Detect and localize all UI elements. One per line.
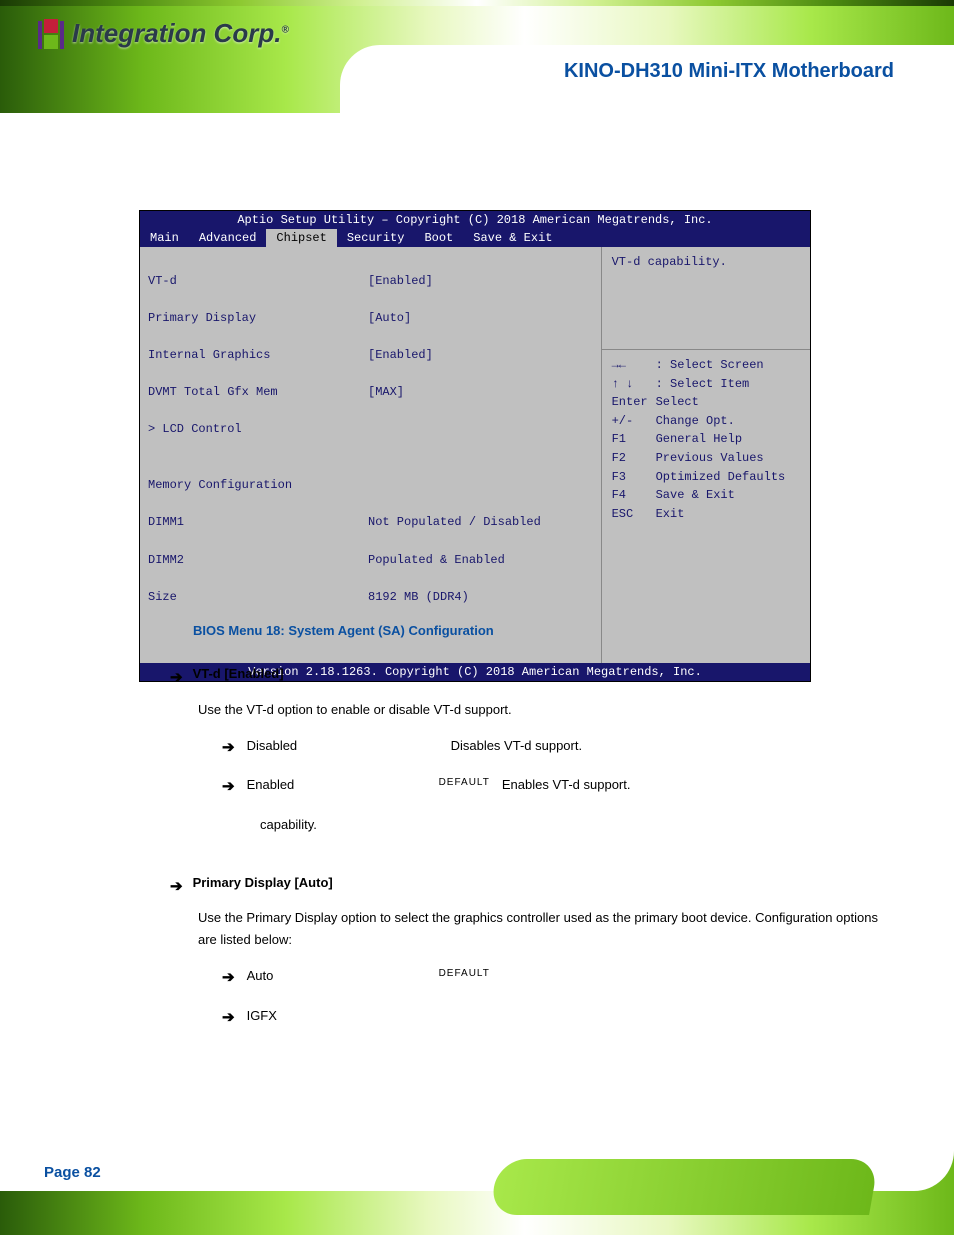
bullet-arrow-icon: ➔ (222, 735, 235, 761)
choice-disabled-text: Disables VT-d support. (451, 735, 583, 761)
body-content: ➔ VT-d [Enabled] Use the VT-d option to … (170, 655, 894, 1030)
bios-screenshot: Aptio Setup Utility – Copyright (C) 2018… (139, 210, 811, 682)
document-title: KINO-DH310 Mini-ITX Motherboard (564, 60, 894, 83)
logo-area: Integration Corp.® (38, 18, 289, 49)
bios-item-vtd-value: [Enabled] (368, 272, 433, 291)
bios-item-vtd-label: VT-d (148, 272, 368, 291)
bios-title-bar: Aptio Setup Utility – Copyright (C) 2018… (140, 211, 810, 229)
bullet-arrow-icon: ➔ (222, 965, 235, 991)
banner-curve (489, 1159, 879, 1215)
arrows-lr-icon: →← (612, 356, 656, 375)
bios-size-value: 8192 MB (DDR4) (368, 588, 469, 607)
bios-item-primary-display-value: [Auto] (368, 309, 411, 328)
bios-tab-boot: Boot (414, 229, 463, 247)
figure-caption: BIOS Menu 18: System Agent (SA) Configur… (193, 623, 494, 638)
bios-dimm1-label: DIMM1 (148, 513, 368, 532)
option-primary-display-desc: Use the Primary Display option to select… (198, 907, 894, 951)
page-number: Page 82 (44, 1164, 101, 1181)
choice-disabled-label: Disabled (247, 735, 427, 761)
bios-right-pane: VT-d capability. →←: Select Screen ↑ ↓: … (601, 247, 810, 663)
choice-auto-label: Auto (247, 965, 427, 991)
bios-section-memory: Memory Configuration (148, 476, 593, 495)
bios-tab-main: Main (140, 229, 189, 247)
bios-tab-bar: Main Advanced Chipset Security Boot Save… (140, 229, 810, 247)
bullet-arrow-icon: ➔ (170, 665, 183, 691)
top-banner: Integration Corp.® (0, 0, 954, 113)
bios-tab-advanced: Advanced (189, 229, 267, 247)
choice-enabled-label: Enabled (247, 774, 427, 800)
choice-igfx-label: IGFX (247, 1005, 427, 1031)
bios-size-label: Size (148, 588, 368, 607)
choice-capability-label: capability. (260, 814, 440, 836)
option-primary-display-title: Primary Display [Auto] (193, 872, 333, 894)
arrows-ud-icon: ↑ ↓ (612, 375, 656, 394)
bios-item-internal-graphics-value: [Enabled] (368, 346, 433, 365)
bios-item-internal-graphics-label: Internal Graphics (148, 346, 368, 365)
bios-key-help: →←: Select Screen ↑ ↓: Select Item Enter… (612, 356, 804, 523)
bios-tab-security: Security (337, 229, 415, 247)
bios-dimm2-label: DIMM2 (148, 551, 368, 570)
option-vtd-title: VT-d [Enabled] (193, 663, 284, 685)
choice-enabled-text: Enables VT-d support. (502, 774, 631, 800)
bios-tab-chipset: Chipset (266, 229, 336, 247)
bios-tab-save-exit: Save & Exit (463, 229, 562, 247)
bios-dimm1-value: Not Populated / Disabled (368, 513, 541, 532)
bios-item-dvmt-label: DVMT Total Gfx Mem (148, 383, 368, 402)
bullet-arrow-icon: ➔ (222, 1005, 235, 1031)
bios-hint: VT-d capability. (612, 253, 804, 343)
bullet-arrow-icon: ➔ (170, 874, 183, 900)
choice-auto-default: DEFAULT (439, 965, 490, 991)
bios-item-dvmt-value: [MAX] (368, 383, 404, 402)
bios-dimm2-value: Populated & Enabled (368, 551, 505, 570)
bullet-arrow-icon: ➔ (222, 774, 235, 800)
bios-submenu-lcd-control: > LCD Control (148, 420, 593, 439)
bios-left-pane: VT-d[Enabled] Primary Display[Auto] Inte… (140, 247, 601, 663)
bottom-banner (0, 1135, 954, 1235)
choice-enabled-default: DEFAULT (439, 774, 490, 800)
logo-icon (38, 19, 64, 49)
brand-name: Integration Corp.® (72, 18, 289, 49)
bios-item-primary-display-label: Primary Display (148, 309, 368, 328)
option-vtd-desc: Use the VT-d option to enable or disable… (198, 699, 894, 721)
